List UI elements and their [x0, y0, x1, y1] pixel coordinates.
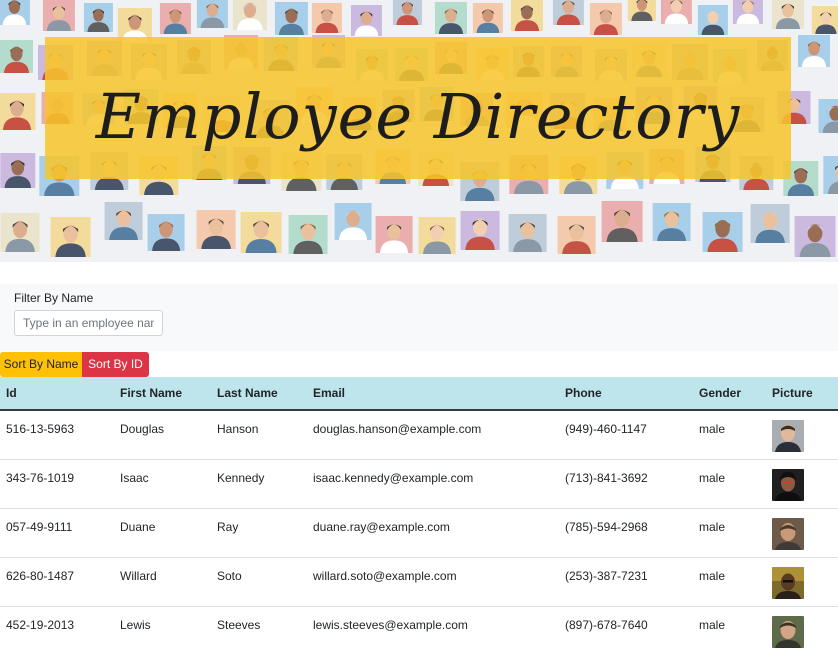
cell-gender: male: [693, 410, 766, 460]
cell-gender: male: [693, 557, 766, 607]
column-header-first-name[interactable]: First Name: [114, 377, 211, 411]
person-photo-icon: [772, 517, 804, 550]
person-photo-icon: [772, 420, 804, 452]
cell-picture: [766, 606, 838, 649]
cell-first-name: Willard: [114, 557, 211, 607]
cell-last-name: Kennedy: [211, 459, 307, 509]
cell-picture: [766, 508, 838, 558]
person-photo-icon: [772, 566, 804, 599]
column-header-phone[interactable]: Phone: [559, 377, 693, 411]
cell-email: isaac.kennedy@example.com: [307, 459, 559, 509]
cell-phone: (253)-387-7231: [559, 557, 693, 607]
sort-by-name-button[interactable]: Sort By Name: [0, 352, 82, 377]
table-row: 343-76-1019 Isaac Kennedy isaac.kennedy@…: [0, 459, 838, 509]
table-row: 452-19-2013 Lewis Steeves lewis.steeves@…: [0, 606, 838, 649]
cell-email: duane.ray@example.com: [307, 508, 559, 558]
cell-gender: male: [693, 508, 766, 558]
column-header-id[interactable]: Id: [0, 377, 114, 411]
employee-name-filter-input[interactable]: [14, 310, 163, 336]
cell-phone: (713)-841-3692: [559, 459, 693, 509]
cell-gender: male: [693, 459, 766, 509]
cell-id: 343-76-1019: [0, 459, 114, 509]
person-photo-icon: [772, 468, 804, 501]
table-row: 626-80-1487 Willard Soto willard.soto@ex…: [0, 557, 838, 607]
filter-label: Filter By Name: [14, 291, 94, 305]
cell-phone: (785)-594-2968: [559, 508, 693, 558]
cell-first-name: Douglas: [114, 410, 211, 460]
cell-id: 516-13-5963: [0, 410, 114, 460]
table-body: 516-13-5963 Douglas Hanson douglas.hanso…: [0, 410, 838, 649]
hero-header: Employee Directory: [0, 0, 838, 262]
column-header-last-name[interactable]: Last Name: [211, 377, 307, 411]
column-header-gender[interactable]: Gender: [693, 377, 766, 411]
cell-picture: [766, 410, 838, 460]
cell-id: 057-49-9111: [0, 508, 114, 558]
cell-phone: (949)-460-1147: [559, 410, 693, 460]
column-header-picture[interactable]: Picture: [766, 377, 838, 411]
table-row: 516-13-5963 Douglas Hanson douglas.hanso…: [0, 410, 838, 460]
employee-table: Id First Name Last Name Email Phone Gend…: [0, 377, 838, 649]
cell-id: 626-80-1487: [0, 557, 114, 607]
cell-email: lewis.steeves@example.com: [307, 606, 559, 649]
cell-picture: [766, 557, 838, 607]
header-row: Id First Name Last Name Email Phone Gend…: [0, 377, 838, 411]
person-photo-icon: [772, 615, 804, 648]
cell-first-name: Isaac: [114, 459, 211, 509]
cell-last-name: Hanson: [211, 410, 307, 460]
cell-id: 452-19-2013: [0, 606, 114, 649]
cell-phone: (897)-678-7640: [559, 606, 693, 649]
cell-last-name: Ray: [211, 508, 307, 558]
page: Employee Directory Filter By Name Sort B…: [0, 0, 838, 649]
table-row: 057-49-9111 Duane Ray duane.ray@example.…: [0, 508, 838, 558]
column-header-email[interactable]: Email: [307, 377, 559, 411]
cell-gender: male: [693, 606, 766, 649]
page-title: Employee Directory: [95, 80, 741, 153]
cell-last-name: Steeves: [211, 606, 307, 649]
cell-picture: [766, 459, 838, 509]
filter-section: Filter By Name: [0, 284, 838, 351]
cell-email: willard.soto@example.com: [307, 557, 559, 607]
sort-by-id-button[interactable]: Sort By ID: [82, 352, 149, 377]
cell-first-name: Lewis: [114, 606, 211, 649]
cell-first-name: Duane: [114, 508, 211, 558]
cell-last-name: Soto: [211, 557, 307, 607]
cell-email: douglas.hanson@example.com: [307, 410, 559, 460]
table-header: Id First Name Last Name Email Phone Gend…: [0, 377, 838, 411]
